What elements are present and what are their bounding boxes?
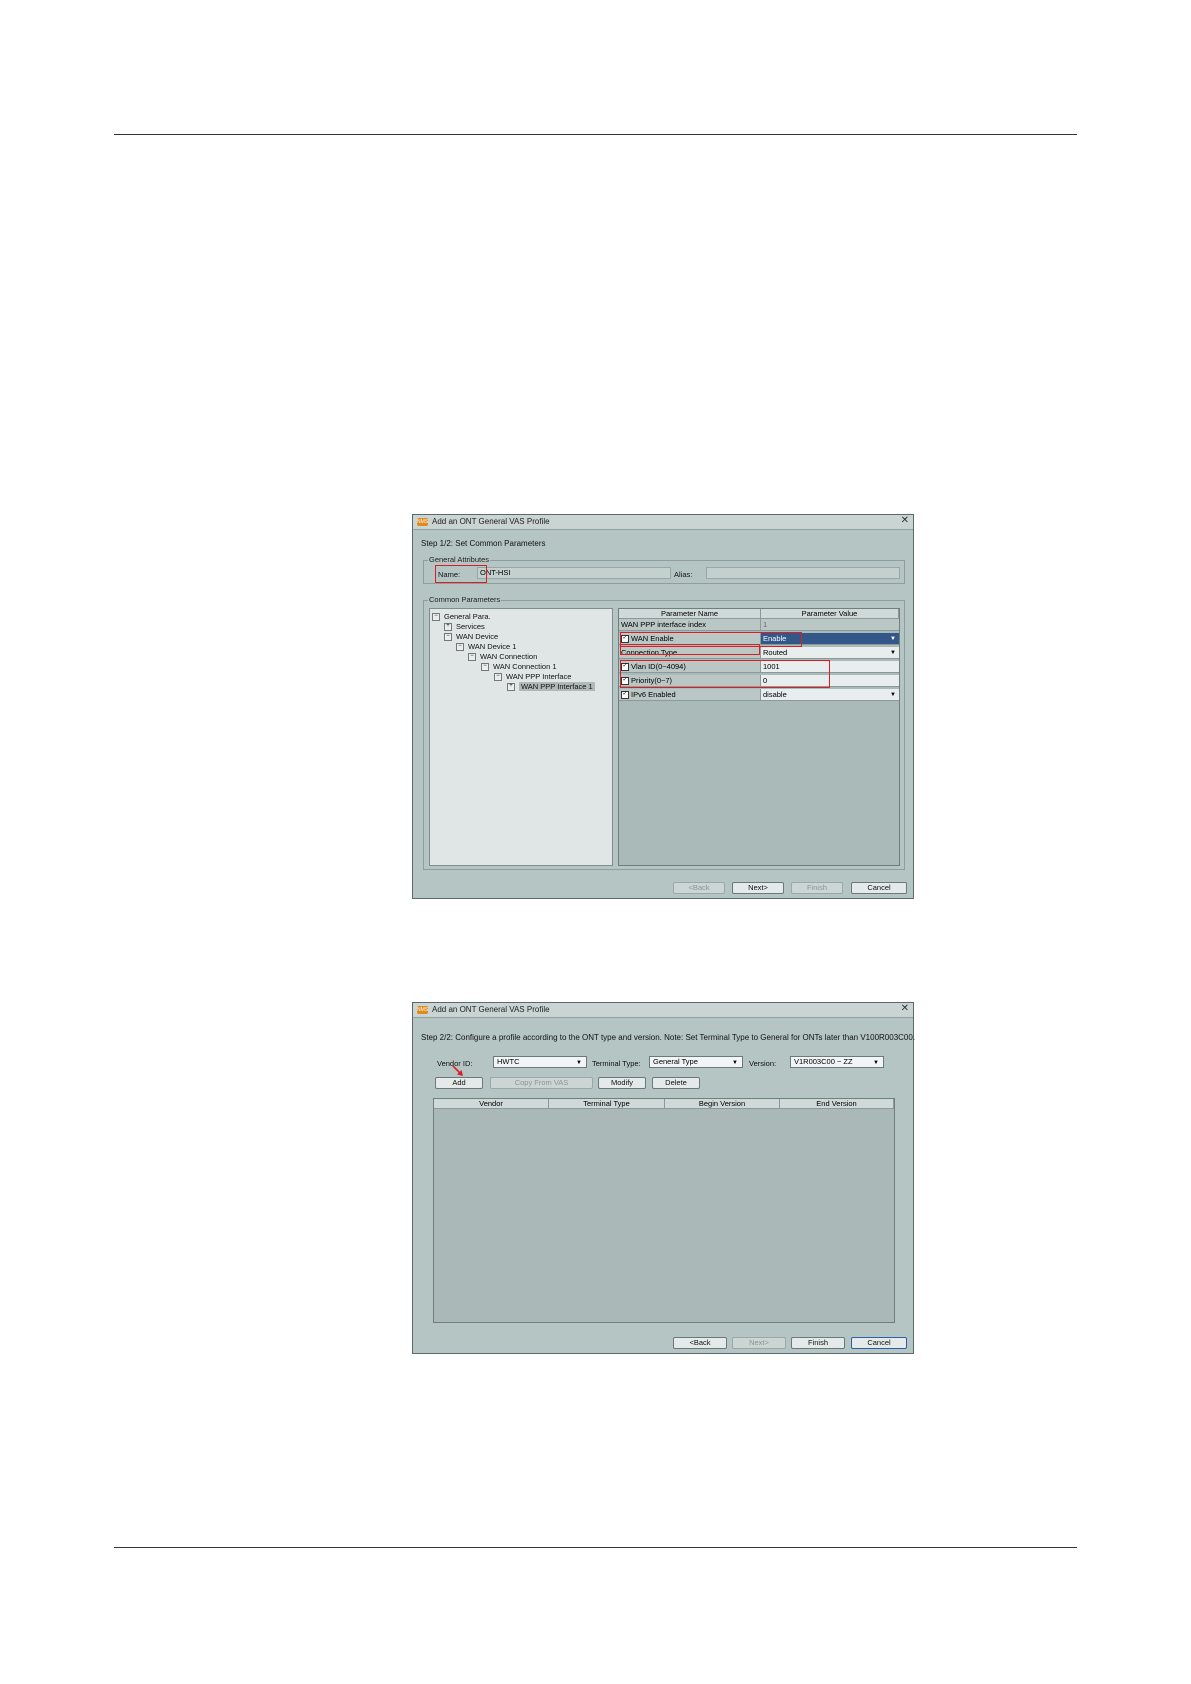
window-title: Add an ONT General VAS Profile — [432, 1005, 550, 1014]
dialog-step2: NMS Add an ONT General VAS Profile ✕ Ste… — [412, 1002, 916, 1354]
chevron-down-icon: ▼ — [890, 650, 896, 656]
checkbox[interactable]: ✓ — [621, 635, 629, 644]
checkbox[interactable]: ✓ — [621, 677, 629, 686]
column-header-vendor[interactable]: Vendor — [434, 1099, 549, 1109]
column-header-end-version[interactable]: End Version — [780, 1099, 894, 1109]
back-button[interactable]: <Back — [673, 882, 725, 894]
checkbox[interactable]: ✓ — [621, 663, 629, 672]
table-row[interactable]: ✓ Vlan ID(0~4094) 1001 — [619, 661, 899, 673]
param-name: ✓ WAN Enable — [619, 633, 761, 645]
copy-from-vas-button[interactable]: Copy From VAS — [490, 1077, 593, 1089]
param-name: Connection Type — [619, 647, 761, 659]
window-title: Add an ONT General VAS Profile — [432, 517, 550, 526]
dialog-step1: NMS Add an ONT General VAS Profile ✕ Ste… — [412, 514, 914, 899]
tree-node-wan-ppp-interface[interactable]: − WAN PPP Interface — [494, 672, 571, 682]
column-header-parameter-value[interactable]: Parameter Value — [761, 609, 899, 619]
column-header-parameter-name[interactable]: Parameter Name — [619, 609, 761, 619]
finish-button[interactable]: Finish — [791, 882, 843, 894]
column-header-terminal-type[interactable]: Terminal Type — [549, 1099, 665, 1109]
app-logo-icon: NMS — [417, 1006, 429, 1014]
param-value-dropdown[interactable]: Enable ▼ — [761, 633, 899, 645]
param-value: 1 — [761, 619, 899, 631]
titlebar[interactable]: NMS Add an ONT General VAS Profile ✕ — [413, 1003, 913, 1018]
group-legend: General Attributes — [428, 555, 491, 564]
vendor-id-select[interactable]: HWTC ▼ — [493, 1056, 587, 1068]
next-button[interactable]: Next> — [732, 1337, 786, 1349]
tree-node-wan-ppp-interface-1[interactable]: + WAN PPP Interface 1 — [507, 682, 595, 692]
param-name: ✓ Priority(0~7) — [619, 675, 761, 687]
delete-button[interactable]: Delete — [652, 1077, 700, 1089]
tree-node-wan-device-1[interactable]: − WAN Device 1 — [456, 642, 516, 652]
table-row[interactable]: ✓ WAN Enable Enable ▼ — [619, 633, 899, 645]
chevron-down-icon: ▼ — [873, 1060, 879, 1066]
name-input[interactable]: ONT-HSI — [477, 567, 671, 579]
step-title: Step 1/2: Set Common Parameters — [421, 539, 546, 548]
app-logo-icon: NMS — [417, 518, 429, 526]
chevron-down-icon: ▼ — [732, 1060, 738, 1066]
back-button[interactable]: <Back — [673, 1337, 727, 1349]
table-row[interactable]: ✓ IPv6 Enabled disable ▼ — [619, 689, 899, 701]
name-label: Name: — [438, 570, 461, 579]
cancel-button[interactable]: Cancel — [851, 1337, 907, 1349]
tree-node-wan-connection-1[interactable]: − WAN Connection 1 — [481, 662, 557, 672]
titlebar[interactable]: NMS Add an ONT General VAS Profile ✕ — [413, 515, 913, 530]
cancel-button[interactable]: Cancel — [851, 882, 907, 894]
alias-input[interactable] — [706, 567, 900, 579]
chevron-down-icon: ▼ — [890, 692, 896, 698]
chevron-down-icon: ▼ — [890, 636, 896, 642]
checkbox[interactable]: ✓ — [621, 691, 629, 700]
finish-button[interactable]: Finish — [791, 1337, 845, 1349]
terminal-type-label: Terminal Type: — [592, 1059, 641, 1068]
param-name: ✓ IPv6 Enabled — [619, 689, 761, 701]
red-arrow-annotation — [452, 1065, 463, 1076]
footer-rule — [114, 1547, 1077, 1548]
param-value-dropdown[interactable]: Routed ▼ — [761, 647, 899, 659]
version-select[interactable]: V1R003C00 ~ ZZ ▼ — [790, 1056, 884, 1068]
close-icon[interactable]: ✕ — [901, 1003, 909, 1014]
vendor-table: Vendor Terminal Type Begin Version End V… — [433, 1098, 895, 1323]
version-label: Version: — [749, 1059, 777, 1068]
param-value-input[interactable]: 1001 — [761, 661, 899, 673]
header-rule — [114, 134, 1077, 135]
tree-node-general-para[interactable]: − General Para. — [432, 612, 491, 622]
group-legend: Common Parameters — [428, 595, 502, 604]
table-row[interactable]: ✓ Priority(0~7) 0 — [619, 675, 899, 687]
chevron-down-icon: ▼ — [576, 1060, 582, 1066]
param-value-dropdown[interactable]: disable ▼ — [761, 689, 899, 701]
general-attributes-group: General Attributes Name: ONT-HSI Alias: — [423, 555, 905, 584]
next-button[interactable]: Next> — [732, 882, 784, 894]
tree-node-wan-connection[interactable]: − WAN Connection — [468, 652, 537, 662]
tree-node-wan-device[interactable]: − WAN Device — [444, 632, 498, 642]
add-button[interactable]: Add — [435, 1077, 483, 1089]
parameter-tree[interactable]: − General Para. + Services − WAN Device − WA… — [429, 608, 613, 866]
parameter-table: Parameter Name Parameter Value WAN PPP i… — [618, 608, 900, 866]
table-row[interactable]: Connection Type Routed ▼ — [619, 647, 899, 659]
step-title: Step 2/2: Configure a profile according … — [421, 1033, 916, 1042]
modify-button[interactable]: Modify — [598, 1077, 646, 1089]
alias-label: Alias: — [674, 570, 693, 579]
terminal-type-select[interactable]: General Type ▼ — [649, 1056, 743, 1068]
tree-node-services[interactable]: + Services — [444, 622, 485, 632]
table-row[interactable]: WAN PPP interface index 1 — [619, 619, 899, 631]
column-header-begin-version[interactable]: Begin Version — [665, 1099, 780, 1109]
param-name: ✓ Vlan ID(0~4094) — [619, 661, 761, 673]
param-name: WAN PPP interface index — [619, 619, 761, 631]
close-icon[interactable]: ✕ — [901, 515, 909, 526]
param-value-input[interactable]: 0 — [761, 675, 899, 687]
